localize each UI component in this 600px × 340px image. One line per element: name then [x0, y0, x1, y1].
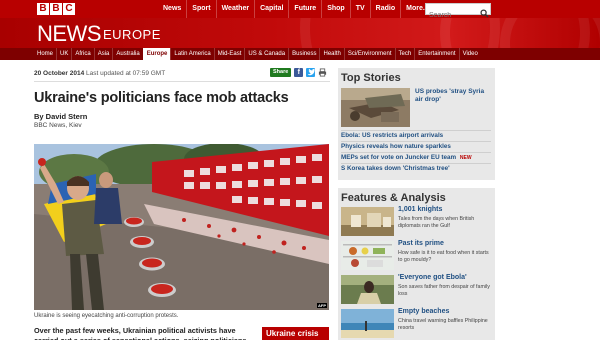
twitter-icon[interactable]: [306, 68, 316, 77]
top-story-lead-link[interactable]: US probes 'stray Syria air drop': [415, 88, 491, 104]
search-icon[interactable]: [480, 5, 489, 18]
feature-thumbnail[interactable]: [341, 241, 394, 270]
logo-letter: B: [50, 3, 62, 15]
article-photo[interactable]: AFP: [34, 144, 329, 310]
section-banner: NEWS EUROPE: [0, 18, 600, 48]
feature-item[interactable]: Empty beaches China travel warning baffl…: [341, 308, 493, 338]
feature-title: Empty beaches: [398, 308, 450, 315]
edition-label: EUROPE: [103, 27, 161, 42]
top-nav-news[interactable]: News: [158, 0, 186, 18]
share-tools: Share f: [270, 68, 328, 77]
ukraine-crisis-box[interactable]: Ukraine crisis: [262, 327, 329, 340]
section-australia[interactable]: Australia: [112, 48, 142, 60]
article-byline: By David Stern: [34, 112, 88, 121]
section-home[interactable]: Home: [34, 48, 56, 60]
feature-description: Son saves father from despair of family …: [398, 284, 490, 297]
top-story-link[interactable]: Ebola: US restricts airport arrivals: [341, 132, 493, 140]
features-panel: Features & Analysis 1,001 knights Tales …: [338, 188, 495, 340]
section-asia[interactable]: Asia: [93, 48, 113, 60]
feature-item[interactable]: Past its prime How safe is it to eat foo…: [341, 240, 493, 270]
top-nav: News Sport Weather Capital Future Shop T…: [158, 0, 434, 18]
bbc-logo[interactable]: B B C: [37, 3, 75, 15]
section-business[interactable]: Business: [288, 48, 319, 60]
section-europe[interactable]: Europe: [142, 48, 171, 60]
top-story-link[interactable]: Physics reveals how nature sparkles: [341, 143, 493, 151]
feature-title: 'Everyone got Ebola': [398, 274, 467, 281]
top-nav-weather[interactable]: Weather: [215, 0, 255, 18]
article-meta: 20 October 2014 Last updated at 07:59 GM…: [34, 70, 165, 77]
top-story-link-text: Ebola: US restricts airport arrivals: [341, 132, 444, 139]
search-box: [425, 3, 491, 21]
article-byline-org: BBC News, Kiev: [34, 122, 82, 129]
feature-title: Past its prime: [398, 240, 444, 247]
article-date: 20 October 2014: [34, 70, 85, 77]
article-headline: Ukraine's politicians face mob attacks: [34, 90, 289, 106]
logo-letter: B: [37, 3, 49, 15]
top-story-link-text: MEPs set for vote on Juncker EU team: [341, 154, 457, 161]
divider: [34, 81, 330, 82]
top-story-link-text: Physics reveals how nature sparkles: [341, 143, 451, 150]
section-tech[interactable]: Tech: [394, 48, 415, 60]
share-button[interactable]: Share: [270, 68, 292, 77]
section-health[interactable]: Health: [319, 48, 343, 60]
feature-title: 1,001 knights: [398, 206, 443, 213]
feature-item[interactable]: 'Everyone got Ebola' Son saves father fr…: [341, 274, 493, 304]
section-video[interactable]: Video: [458, 48, 481, 60]
section-africa[interactable]: Africa: [71, 48, 93, 60]
masthead: B B C News Sport Weather Capital Future …: [0, 0, 600, 21]
section-nav: Home UK Africa Asia Australia Europe Lat…: [0, 48, 600, 60]
features-heading: Features & Analysis: [341, 192, 446, 204]
facebook-icon[interactable]: f: [294, 68, 304, 77]
section-uk[interactable]: UK: [56, 48, 71, 60]
logo-letter: C: [63, 3, 75, 15]
photo-caption: Ukraine is seeing eyecatching anti-corru…: [34, 313, 179, 319]
top-story-link[interactable]: S Korea takes down 'Christmas tree': [341, 165, 493, 173]
section-entertainment[interactable]: Entertainment: [414, 48, 458, 60]
feature-thumbnail[interactable]: [341, 207, 394, 236]
new-badge: NEW: [459, 155, 472, 161]
top-story-link[interactable]: MEPs set for vote on Juncker EU team NEW: [341, 154, 493, 162]
divider: [341, 163, 491, 164]
divider: [341, 152, 491, 153]
print-icon[interactable]: [318, 68, 328, 77]
feature-description: China travel warning baffles Philippine …: [398, 318, 488, 331]
section-us-canada[interactable]: US & Canada: [244, 48, 288, 60]
top-stories-thumbnail[interactable]: [341, 88, 410, 127]
feature-description: How safe is it to eat food when it start…: [398, 250, 489, 263]
section-mid-east[interactable]: Mid-East: [213, 48, 245, 60]
divider: [341, 130, 491, 131]
top-nav-radio[interactable]: Radio: [369, 0, 400, 18]
feature-description: Tales from the days when British diploma…: [398, 216, 475, 229]
article-updated: Last updated at 07:59 GMT: [86, 70, 166, 77]
article-body: Over the past few weeks, Ukrainian polit…: [34, 326, 247, 340]
feature-item[interactable]: 1,001 knights Tales from the days when B…: [341, 206, 493, 236]
feature-thumbnail[interactable]: [341, 309, 394, 338]
top-story-link-text: S Korea takes down 'Christmas tree': [341, 165, 450, 172]
top-stories-panel: Top Stories US probes 'stray Syria air d…: [338, 68, 495, 180]
banner-decoration: [500, 18, 600, 48]
banner-decoration: [300, 18, 500, 48]
news-title[interactable]: NEWS: [37, 22, 102, 46]
top-stories-heading: Top Stories: [341, 72, 401, 84]
feature-thumbnail[interactable]: [341, 275, 394, 304]
section-sci-environment[interactable]: Sci/Environment: [343, 48, 395, 60]
top-nav-sport[interactable]: Sport: [186, 0, 215, 18]
photo-credit: AFP: [317, 303, 327, 308]
divider: [341, 141, 491, 142]
top-nav-capital[interactable]: Capital: [254, 0, 288, 18]
top-nav-tv[interactable]: TV: [349, 0, 370, 18]
section-latin-america[interactable]: Latin America: [170, 48, 213, 60]
top-nav-shop[interactable]: Shop: [321, 0, 350, 18]
top-nav-future[interactable]: Future: [288, 0, 321, 18]
